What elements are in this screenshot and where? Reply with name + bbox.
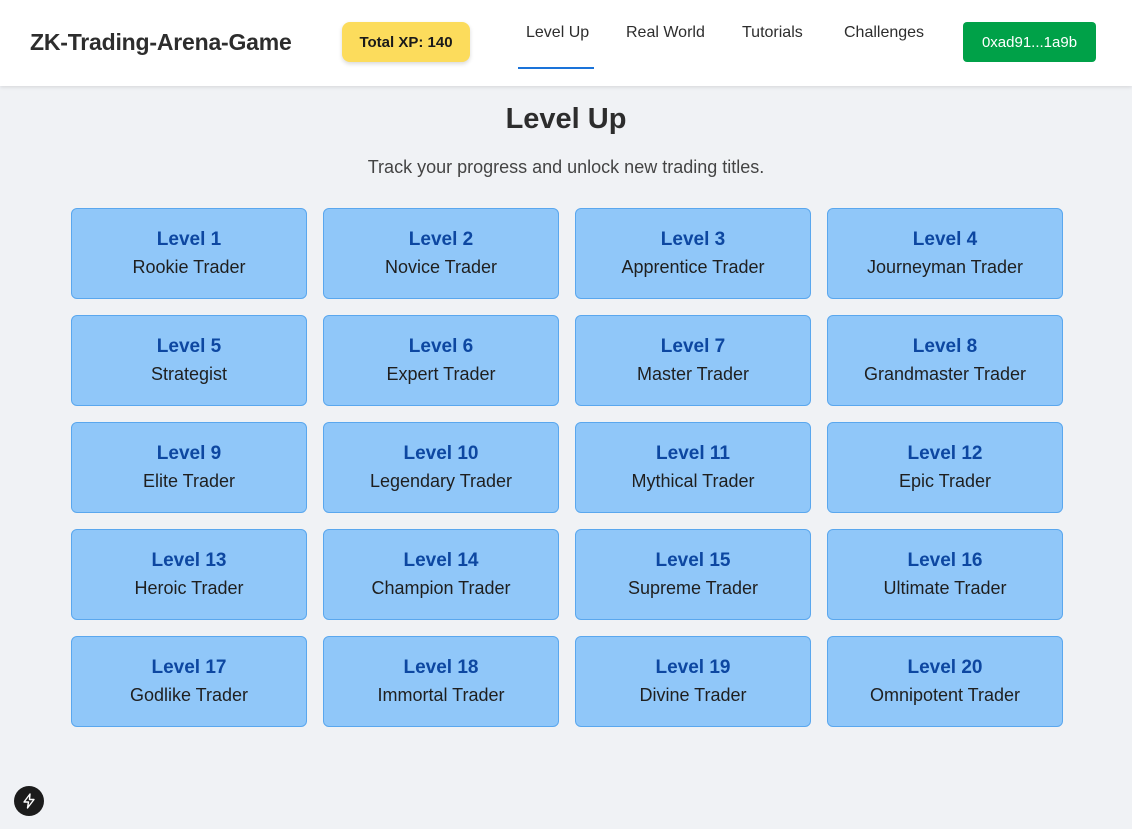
level-card[interactable]: Level 18 Immortal Trader	[323, 636, 559, 727]
lightning-bolt-icon[interactable]	[14, 786, 44, 816]
level-title: Novice Trader	[384, 256, 498, 277]
app-brand[interactable]: ZK-Trading-Arena-Game	[30, 29, 292, 56]
level-title: Journeyman Trader	[866, 256, 1024, 277]
page-subtitle: Track your progress and unlock new tradi…	[367, 157, 765, 177]
level-card[interactable]: Level 19 Divine Trader	[575, 636, 811, 727]
nav-tab-challenges[interactable]: Challenges	[844, 24, 924, 42]
level-title: Apprentice Trader	[621, 256, 765, 277]
level-title: Master Trader	[636, 363, 750, 384]
level-card[interactable]: Level 17 Godlike Trader	[71, 636, 307, 727]
level-title: Expert Trader	[386, 363, 496, 384]
level-card[interactable]: Level 12 Epic Trader	[827, 422, 1063, 513]
level-card[interactable]: Level 3 Apprentice Trader	[575, 208, 811, 299]
level-title: Strategist	[150, 363, 228, 384]
level-title: Ultimate Trader	[883, 577, 1007, 598]
level-number: Level 9	[156, 442, 222, 464]
page-title: Level Up	[505, 103, 627, 135]
level-title: Epic Trader	[898, 470, 992, 491]
level-number: Level 4	[912, 228, 978, 250]
level-card[interactable]: Level 14 Champion Trader	[323, 529, 559, 620]
level-title: Mythical Trader	[631, 470, 755, 491]
level-card[interactable]: Level 8 Grandmaster Trader	[827, 315, 1063, 406]
level-title: Rookie Trader	[132, 256, 246, 277]
level-card[interactable]: Level 6 Expert Trader	[323, 315, 559, 406]
active-tab-indicator	[518, 67, 594, 69]
level-card[interactable]: Level 9 Elite Trader	[71, 422, 307, 513]
level-title: Elite Trader	[142, 470, 236, 491]
level-number: Level 16	[907, 549, 983, 571]
level-title: Immortal Trader	[377, 684, 505, 705]
level-number: Level 15	[655, 549, 731, 571]
level-number: Level 7	[660, 335, 726, 357]
level-number: Level 12	[907, 442, 983, 464]
level-number: Level 14	[403, 549, 479, 571]
level-title: Supreme Trader	[627, 577, 759, 598]
level-title: Omnipotent Trader	[869, 684, 1021, 705]
level-grid: Level 1 Rookie Trader Level 2 Novice Trader…	[71, 208, 1063, 727]
level-number: Level 17	[151, 656, 227, 678]
nav-tab-tutorials[interactable]: Tutorials	[742, 24, 803, 42]
level-card[interactable]: Level 4 Journeyman Trader	[827, 208, 1063, 299]
level-number: Level 19	[655, 656, 731, 678]
level-number: Level 3	[660, 228, 726, 250]
level-number: Level 5	[156, 335, 222, 357]
level-number: Level 20	[907, 656, 983, 678]
level-title: Legendary Trader	[369, 470, 513, 491]
level-card[interactable]: Level 10 Legendary Trader	[323, 422, 559, 513]
total-xp-badge: Total XP: 140	[342, 22, 470, 62]
level-number: Level 13	[151, 549, 227, 571]
level-title: Grandmaster Trader	[863, 363, 1027, 384]
level-number: Level 18	[403, 656, 479, 678]
level-number: Level 6	[408, 335, 474, 357]
top-navbar: ZK-Trading-Arena-Game Total XP: 140 Leve…	[0, 0, 1132, 86]
nav-tab-real-world[interactable]: Real World	[626, 24, 705, 42]
level-card[interactable]: Level 7 Master Trader	[575, 315, 811, 406]
level-title: Divine Trader	[639, 684, 747, 705]
level-number: Level 11	[656, 442, 730, 464]
level-card[interactable]: Level 2 Novice Trader	[323, 208, 559, 299]
level-card[interactable]: Level 1 Rookie Trader	[71, 208, 307, 299]
level-number: Level 8	[912, 335, 978, 357]
level-card[interactable]: Level 5 Strategist	[71, 315, 307, 406]
level-number: Level 1	[156, 228, 222, 250]
lightning-bolt-glyph	[23, 793, 35, 809]
level-title: Champion Trader	[371, 577, 511, 598]
level-card[interactable]: Level 15 Supreme Trader	[575, 529, 811, 620]
level-title: Heroic Trader	[134, 577, 244, 598]
level-number: Level 2	[408, 228, 474, 250]
nav-tab-level-up[interactable]: Level Up	[526, 24, 589, 42]
level-title: Godlike Trader	[129, 684, 249, 705]
wallet-address-button[interactable]: 0xad91...1a9b	[963, 22, 1096, 62]
level-card[interactable]: Level 13 Heroic Trader	[71, 529, 307, 620]
level-card[interactable]: Level 16 Ultimate Trader	[827, 529, 1063, 620]
level-card[interactable]: Level 20 Omnipotent Trader	[827, 636, 1063, 727]
level-number: Level 10	[403, 442, 479, 464]
level-card[interactable]: Level 11 Mythical Trader	[575, 422, 811, 513]
